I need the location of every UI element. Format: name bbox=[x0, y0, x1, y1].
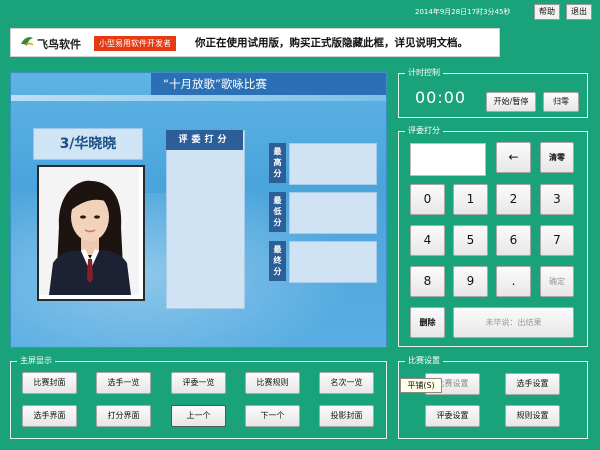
judge-list-button[interactable]: 评委一览 bbox=[171, 372, 226, 394]
key-9-button[interactable]: 9 bbox=[453, 266, 488, 297]
contestant-screen-button[interactable]: 选手界面 bbox=[22, 405, 77, 427]
settings-label: 比赛设置 bbox=[405, 355, 443, 366]
clear-score-button[interactable]: 清零 bbox=[540, 142, 574, 173]
rules-settings-button[interactable]: 规则设置 bbox=[505, 405, 560, 427]
cover-page-button[interactable]: 比赛封面 bbox=[22, 372, 77, 394]
backspace-button[interactable]: ← bbox=[496, 142, 531, 173]
projection-cover-button[interactable]: 投影封面 bbox=[319, 405, 374, 427]
key-dot-button[interactable]: . bbox=[496, 266, 531, 297]
judges-score-panel bbox=[166, 130, 245, 309]
confirm-score-button[interactable]: 确定 bbox=[540, 266, 574, 297]
score-status-button[interactable]: 未毕说：出结果 bbox=[453, 307, 574, 338]
previous-button[interactable]: 上一个 bbox=[171, 405, 226, 427]
bird-logo-icon bbox=[21, 37, 34, 46]
timestamp: 2014年9月28日17时3分45秒 bbox=[415, 8, 511, 16]
key-8-button[interactable]: 8 bbox=[410, 266, 445, 297]
trial-banner: 飞鸟软件 小型易用软件开发者 你正在使用试用版，购买正式版隐藏此框，详见说明文档… bbox=[10, 28, 500, 57]
main-screen-preview: “十月放歌”歌咏比赛 3/华晓晓 评委打分 最高分 最低分 最 终 分 bbox=[10, 72, 387, 348]
key-3-button[interactable]: 3 bbox=[540, 184, 574, 215]
judges-score-header: 评委打分 bbox=[166, 130, 243, 150]
key-1-button[interactable]: 1 bbox=[453, 184, 488, 215]
highest-score-value bbox=[289, 143, 377, 185]
contestant-list-button[interactable]: 选手一览 bbox=[96, 372, 151, 394]
lowest-score-value bbox=[289, 192, 377, 234]
timer-display: 00:00 bbox=[415, 88, 467, 107]
ranking-list-button[interactable]: 名次一览 bbox=[319, 372, 374, 394]
contest-title: “十月放歌”歌咏比赛 bbox=[151, 73, 386, 95]
judge-settings-button[interactable]: 评委设置 bbox=[425, 405, 480, 427]
highest-score-label: 最高分 bbox=[269, 143, 286, 183]
player-settings-button[interactable]: 选手设置 bbox=[505, 373, 560, 395]
contest-rules-button[interactable]: 比赛规则 bbox=[245, 372, 300, 394]
lowest-score-label: 最低分 bbox=[269, 192, 286, 232]
trial-message: 你正在使用试用版，购买正式版隐藏此框，详见说明文档。 bbox=[195, 37, 468, 49]
exit-button[interactable]: 退出 bbox=[566, 4, 592, 20]
logo-text: 飞鸟软件 bbox=[37, 38, 81, 51]
start-pause-button[interactable]: 开始/暂停 bbox=[486, 92, 536, 112]
delete-score-button[interactable]: 删除 bbox=[410, 307, 445, 338]
scoring-screen-button[interactable]: 打分界面 bbox=[96, 405, 151, 427]
reset-timer-button[interactable]: 归零 bbox=[543, 92, 579, 112]
key-0-button[interactable]: 0 bbox=[410, 184, 445, 215]
final-score-value bbox=[289, 241, 377, 283]
version-tag: 小型易用软件开发者 bbox=[94, 36, 176, 51]
key-5-button[interactable]: 5 bbox=[453, 225, 488, 256]
main-display-label: 主屏显示 bbox=[17, 355, 55, 366]
scoring-label: 评委打分 bbox=[405, 125, 443, 136]
score-input-display bbox=[410, 143, 486, 176]
contestant-name: 3/华晓晓 bbox=[33, 128, 143, 160]
key-7-button[interactable]: 7 bbox=[540, 225, 574, 256]
contestant-photo bbox=[37, 165, 145, 301]
key-4-button[interactable]: 4 bbox=[410, 225, 445, 256]
help-button[interactable]: 帮助 bbox=[534, 4, 560, 20]
tooltip: 平铺(S) bbox=[400, 378, 442, 393]
next-button[interactable]: 下一个 bbox=[245, 405, 300, 427]
key-6-button[interactable]: 6 bbox=[496, 225, 531, 256]
final-score-label: 最终分 bbox=[269, 241, 286, 281]
key-2-button[interactable]: 2 bbox=[496, 184, 531, 215]
title-divider bbox=[11, 95, 386, 101]
timer-control-label: 计时控制 bbox=[405, 67, 443, 78]
